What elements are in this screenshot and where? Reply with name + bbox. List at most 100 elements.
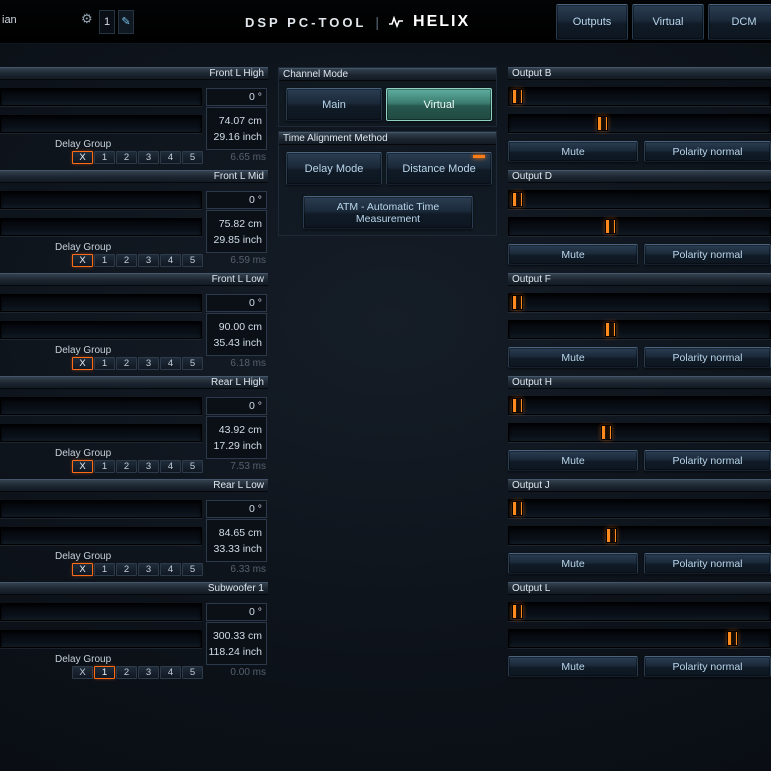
angle-value[interactable]: 0 ° <box>206 603 267 621</box>
delay-group-1[interactable]: 1 <box>94 357 115 370</box>
mute-button[interactable]: Mute <box>508 450 638 471</box>
slider-handle[interactable] <box>727 631 738 646</box>
angle-value[interactable]: 0 ° <box>206 191 267 209</box>
outputs-button[interactable]: Outputs <box>556 4 628 40</box>
delay-group-2[interactable]: 2 <box>116 666 137 679</box>
delay-group-x[interactable]: X <box>72 460 93 473</box>
delay-group-x[interactable]: X <box>72 151 93 164</box>
mute-button[interactable]: Mute <box>508 553 638 574</box>
delay-group-3[interactable]: 3 <box>138 563 159 576</box>
distance-value[interactable]: 90.00 cm 35.43 inch <box>206 313 267 356</box>
delay-group-3[interactable]: 3 <box>138 151 159 164</box>
delay-group-1[interactable]: 1 <box>94 151 115 164</box>
slider-handle[interactable] <box>512 398 523 413</box>
output-gain-slider[interactable] <box>508 423 771 442</box>
angle-slider[interactable] <box>0 500 202 518</box>
output-level-slider[interactable] <box>508 396 771 415</box>
angle-value[interactable]: 0 ° <box>206 500 267 518</box>
output-gain-slider[interactable] <box>508 629 771 648</box>
delay-group-2[interactable]: 2 <box>116 460 137 473</box>
distance-slider[interactable] <box>0 630 202 648</box>
polarity-button[interactable]: Polarity normal <box>644 244 771 265</box>
distance-value[interactable]: 84.65 cm 33.33 inch <box>206 519 267 562</box>
polarity-button[interactable]: Polarity normal <box>644 656 771 677</box>
delay-group-3[interactable]: 3 <box>138 254 159 267</box>
distance-slider[interactable] <box>0 218 202 236</box>
output-gain-slider[interactable] <box>508 217 771 236</box>
delay-group-1[interactable]: 1 <box>94 563 115 576</box>
angle-slider[interactable] <box>0 191 202 209</box>
edit-icon[interactable]: ✎ <box>118 10 134 34</box>
mute-button[interactable]: Mute <box>508 141 638 162</box>
distance-slider[interactable] <box>0 424 202 442</box>
delay-group-x[interactable]: X <box>72 254 93 267</box>
polarity-button[interactable]: Polarity normal <box>644 450 771 471</box>
distance-slider[interactable] <box>0 115 202 133</box>
angle-slider[interactable] <box>0 294 202 312</box>
delay-group-x[interactable]: X <box>72 563 93 576</box>
polarity-button[interactable]: Polarity normal <box>644 141 771 162</box>
atm-button[interactable]: ATM - Automatic Time Measurement <box>303 196 473 229</box>
delay-group-3[interactable]: 3 <box>138 357 159 370</box>
delay-group-2[interactable]: 2 <box>116 151 137 164</box>
delay-group-2[interactable]: 2 <box>116 357 137 370</box>
delay-group-2[interactable]: 2 <box>116 254 137 267</box>
virtual-button[interactable]: Virtual <box>632 4 704 40</box>
slider-handle[interactable] <box>605 322 616 337</box>
distance-slider[interactable] <box>0 527 202 545</box>
main-mode-button[interactable]: Main <box>286 88 382 121</box>
slider-handle[interactable] <box>606 528 617 543</box>
settings-gear-icon[interactable]: ⚙ <box>81 12 93 25</box>
delay-mode-button[interactable]: Delay Mode <box>286 152 382 185</box>
delay-group-4[interactable]: 4 <box>160 254 181 267</box>
slider-handle[interactable] <box>512 501 523 516</box>
delay-group-1[interactable]: 1 <box>94 254 115 267</box>
delay-group-3[interactable]: 3 <box>138 460 159 473</box>
delay-group-4[interactable]: 4 <box>160 666 181 679</box>
angle-value[interactable]: 0 ° <box>206 88 267 106</box>
slider-handle[interactable] <box>605 219 616 234</box>
polarity-button[interactable]: Polarity normal <box>644 347 771 368</box>
delay-group-5[interactable]: 5 <box>182 666 203 679</box>
output-level-slider[interactable] <box>508 602 771 621</box>
delay-group-2[interactable]: 2 <box>116 563 137 576</box>
delay-group-5[interactable]: 5 <box>182 460 203 473</box>
delay-group-x[interactable]: X <box>72 357 93 370</box>
delay-group-1[interactable]: 1 <box>94 666 115 679</box>
slider-handle[interactable] <box>512 89 523 104</box>
distance-value[interactable]: 74.07 cm 29.16 inch <box>206 107 267 150</box>
polarity-button[interactable]: Polarity normal <box>644 553 771 574</box>
delay-group-5[interactable]: 5 <box>182 357 203 370</box>
dcm-button[interactable]: DCM <box>708 4 771 40</box>
slider-handle[interactable] <box>512 604 523 619</box>
distance-value[interactable]: 43.92 cm 17.29 inch <box>206 416 267 459</box>
output-gain-slider[interactable] <box>508 526 771 545</box>
delay-group-1[interactable]: 1 <box>94 460 115 473</box>
output-gain-slider[interactable] <box>508 114 771 133</box>
delay-group-4[interactable]: 4 <box>160 460 181 473</box>
slider-handle[interactable] <box>597 116 608 131</box>
slider-handle[interactable] <box>512 295 523 310</box>
slider-handle[interactable] <box>601 425 612 440</box>
mute-button[interactable]: Mute <box>508 656 638 677</box>
output-level-slider[interactable] <box>508 87 771 106</box>
angle-value[interactable]: 0 ° <box>206 294 267 312</box>
output-level-slider[interactable] <box>508 190 771 209</box>
delay-group-5[interactable]: 5 <box>182 151 203 164</box>
angle-value[interactable]: 0 ° <box>206 397 267 415</box>
distance-value[interactable]: 75.82 cm 29.85 inch <box>206 210 267 253</box>
mute-button[interactable]: Mute <box>508 244 638 265</box>
delay-group-4[interactable]: 4 <box>160 151 181 164</box>
delay-group-3[interactable]: 3 <box>138 666 159 679</box>
delay-group-4[interactable]: 4 <box>160 357 181 370</box>
output-level-slider[interactable] <box>508 499 771 518</box>
angle-slider[interactable] <box>0 397 202 415</box>
slider-handle[interactable] <box>512 192 523 207</box>
distance-slider[interactable] <box>0 321 202 339</box>
delay-group-5[interactable]: 5 <box>182 254 203 267</box>
mute-button[interactable]: Mute <box>508 347 638 368</box>
angle-slider[interactable] <box>0 603 202 621</box>
output-gain-slider[interactable] <box>508 320 771 339</box>
device-count[interactable]: 1 <box>99 10 115 34</box>
virtual-mode-button[interactable]: Virtual <box>386 88 492 121</box>
